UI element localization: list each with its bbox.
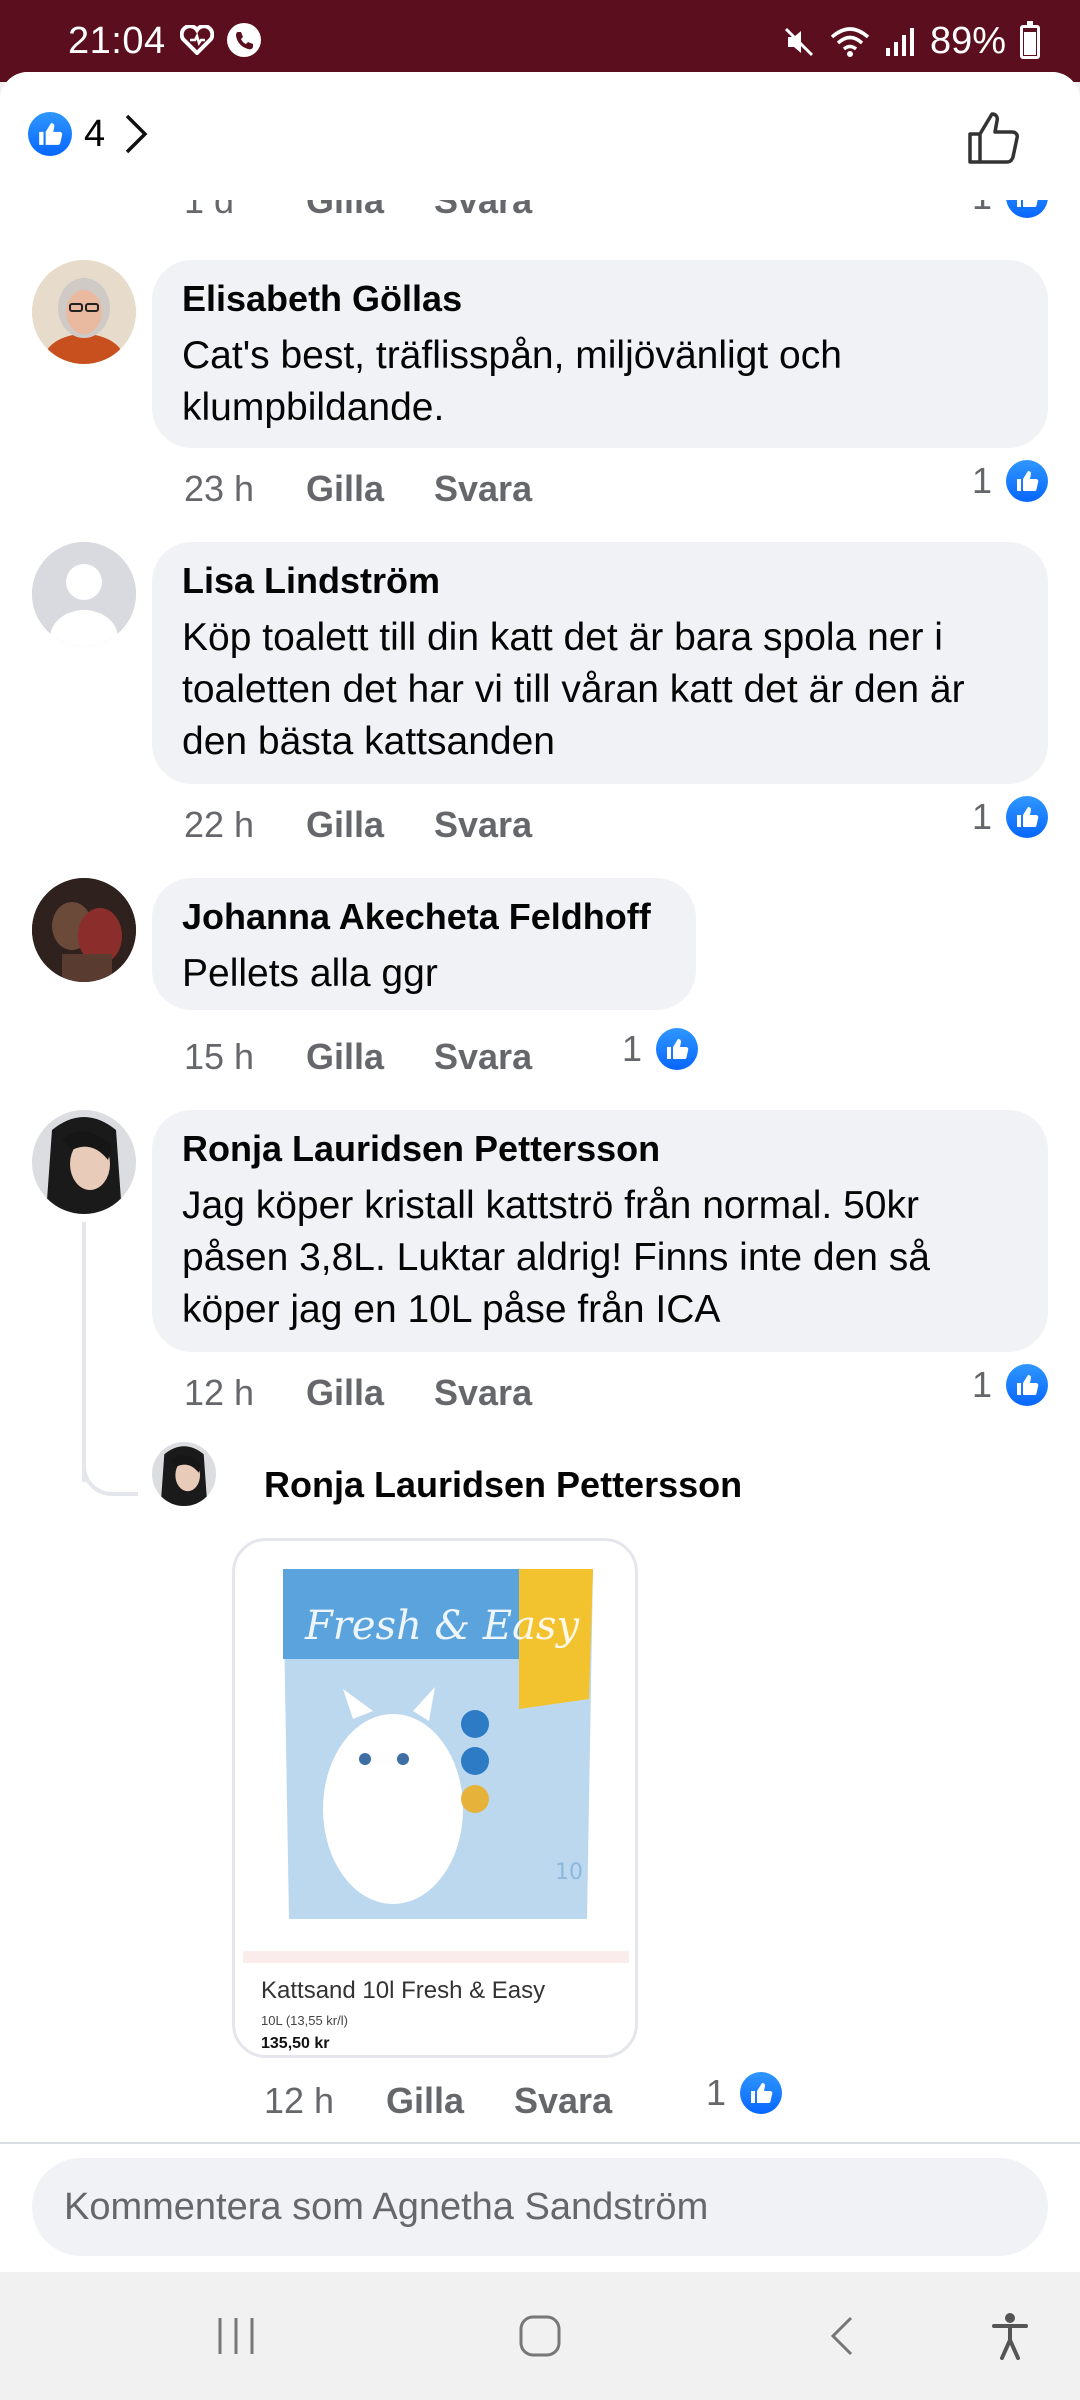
like-reaction-icon (1006, 1364, 1049, 1406)
reply-link[interactable]: Svara (434, 804, 532, 846)
like-reaction-icon (1006, 796, 1049, 838)
reply-reactions[interactable]: 1 (706, 2072, 783, 2114)
like-link[interactable]: Gilla (306, 804, 434, 846)
reply-link[interactable]: Svara (434, 468, 532, 510)
avatar[interactable] (32, 542, 136, 646)
clock: 21:04 (68, 20, 166, 62)
comment-reactions[interactable]: 1 (972, 796, 1049, 838)
reactions-header: 4 (0, 72, 1080, 200)
comment-author[interactable]: Ronja Lauridsen Pettersson (182, 1128, 1018, 1170)
reaction-count: 1 (972, 1364, 993, 1405)
reaction-count: 1 (706, 2072, 727, 2113)
recent-apps-icon (218, 2318, 254, 2354)
comment-meta: 22 h Gilla Svara (184, 804, 532, 846)
comment-text: Cat's best, träflisspån, miljövänligt oc… (182, 334, 842, 429)
heart-icon (180, 25, 214, 55)
reaction-count: 4 (84, 112, 106, 155)
comment-reactions[interactable]: 1 (622, 1028, 699, 1070)
comment-text: Pellets alla ggr (182, 952, 438, 995)
reaction-summary[interactable]: 4 (28, 112, 151, 156)
comment-text: Jag köper kristall kattströ från normal.… (182, 1184, 930, 1331)
comment-time: 22 h (184, 804, 255, 845)
home-icon (519, 2315, 561, 2357)
back-button[interactable] (810, 2306, 874, 2366)
reaction-count: 1 (972, 796, 993, 837)
like-reaction-icon (740, 2072, 783, 2114)
comment-author[interactable]: Elisabeth Göllas (182, 278, 1018, 320)
comment-author[interactable]: Johanna Akecheta Feldhoff (182, 896, 666, 938)
battery-icon (1020, 20, 1040, 59)
comment-bubble[interactable]: Lisa Lindström Köp toalett till din katt… (152, 542, 1048, 784)
reply-author[interactable]: Ronja Lauridsen Pettersson (264, 1464, 742, 1506)
product-attachment[interactable]: Fresh & Easy 10 Kattsand 10l Fresh & Eas… (232, 1538, 638, 2058)
comment-author[interactable]: Lisa Lindström (182, 560, 1018, 602)
reply-link[interactable]: Svara (434, 1036, 532, 1078)
comment-bubble[interactable]: Elisabeth Göllas Cat's best, träflisspån… (152, 260, 1048, 448)
comment-bubble[interactable]: Johanna Akecheta Feldhoff Pellets alla g… (152, 878, 696, 1010)
home-button[interactable] (508, 2306, 572, 2366)
like-reaction-icon (28, 112, 72, 156)
reaction-count: 1 (622, 1028, 643, 1069)
comment-meta: 15 h Gilla Svara (184, 1036, 532, 1078)
like-link[interactable]: Gilla (386, 2080, 514, 2122)
comment-reactions[interactable]: 1 (972, 460, 1049, 502)
battery-percent: 89% (929, 20, 1006, 62)
like-reaction-icon (656, 1028, 699, 1070)
signal-icon (885, 27, 914, 56)
phone-icon (227, 23, 261, 57)
reply-link[interactable]: Svara (514, 2080, 612, 2122)
avatar[interactable] (32, 1110, 136, 1214)
avatar[interactable] (32, 260, 136, 364)
like-link[interactable]: Gilla (306, 468, 434, 510)
comment-time: 12 h (184, 1372, 255, 1413)
comment-time: 23 h (184, 468, 255, 509)
avatar[interactable] (32, 878, 136, 982)
product-title: Kattsand 10l Fresh & Easy (261, 1977, 546, 2004)
recent-apps-button[interactable] (204, 2306, 268, 2366)
comment-meta: 12 h Gilla Svara (184, 1372, 532, 1414)
package-brand: Fresh & Easy (304, 1603, 580, 1649)
comment-input[interactable]: Kommentera som Agnetha Sandström (32, 2158, 1048, 2256)
reaction-count: 1 (972, 460, 993, 501)
like-link[interactable]: Gilla (306, 1036, 434, 1078)
mute-icon (784, 27, 813, 56)
product-unit-price: 10L (13,55 kr/l) (261, 2013, 348, 2028)
package-size: 10 (555, 1860, 583, 1885)
comment-text: Köp toalett till din katt det är bara sp… (182, 616, 965, 763)
comment-meta: 23 h Gilla Svara (184, 468, 532, 510)
like-link[interactable]: Gilla (306, 1372, 434, 1414)
accessibility-icon (992, 2313, 1028, 2360)
comment-reactions[interactable]: 1 (972, 1364, 1049, 1406)
product-image: Fresh & Easy 10 (243, 1549, 629, 1949)
thread-connector (82, 1452, 138, 1496)
comment-bubble[interactable]: Ronja Lauridsen Pettersson Jag köper kri… (152, 1110, 1048, 1352)
reply-avatar[interactable] (152, 1442, 216, 1506)
comments-sheet: 4 1 d Gilla Svara 1 Elisabeth Göll (0, 72, 1080, 2272)
system-nav-bar (0, 2272, 1080, 2400)
like-outline-icon[interactable] (964, 108, 1024, 168)
comment-time: 12 h (264, 2080, 335, 2121)
reply-meta: 12 h Gilla Svara (264, 2080, 612, 2122)
status-bar: 21:04 89% (0, 0, 1080, 82)
thread-line (82, 1222, 86, 1482)
comment-input-placeholder: Kommentera som Agnetha Sandström (64, 2185, 709, 2228)
accessibility-button[interactable] (978, 2306, 1042, 2366)
chevron-right-icon (125, 114, 148, 154)
product-price: 135,50 kr (261, 2035, 330, 2052)
back-icon (830, 2316, 853, 2356)
comment-time: 15 h (184, 1036, 255, 1077)
wifi-icon (830, 26, 870, 57)
like-reaction-icon (1006, 460, 1049, 502)
reply-link[interactable]: Svara (434, 1372, 532, 1414)
